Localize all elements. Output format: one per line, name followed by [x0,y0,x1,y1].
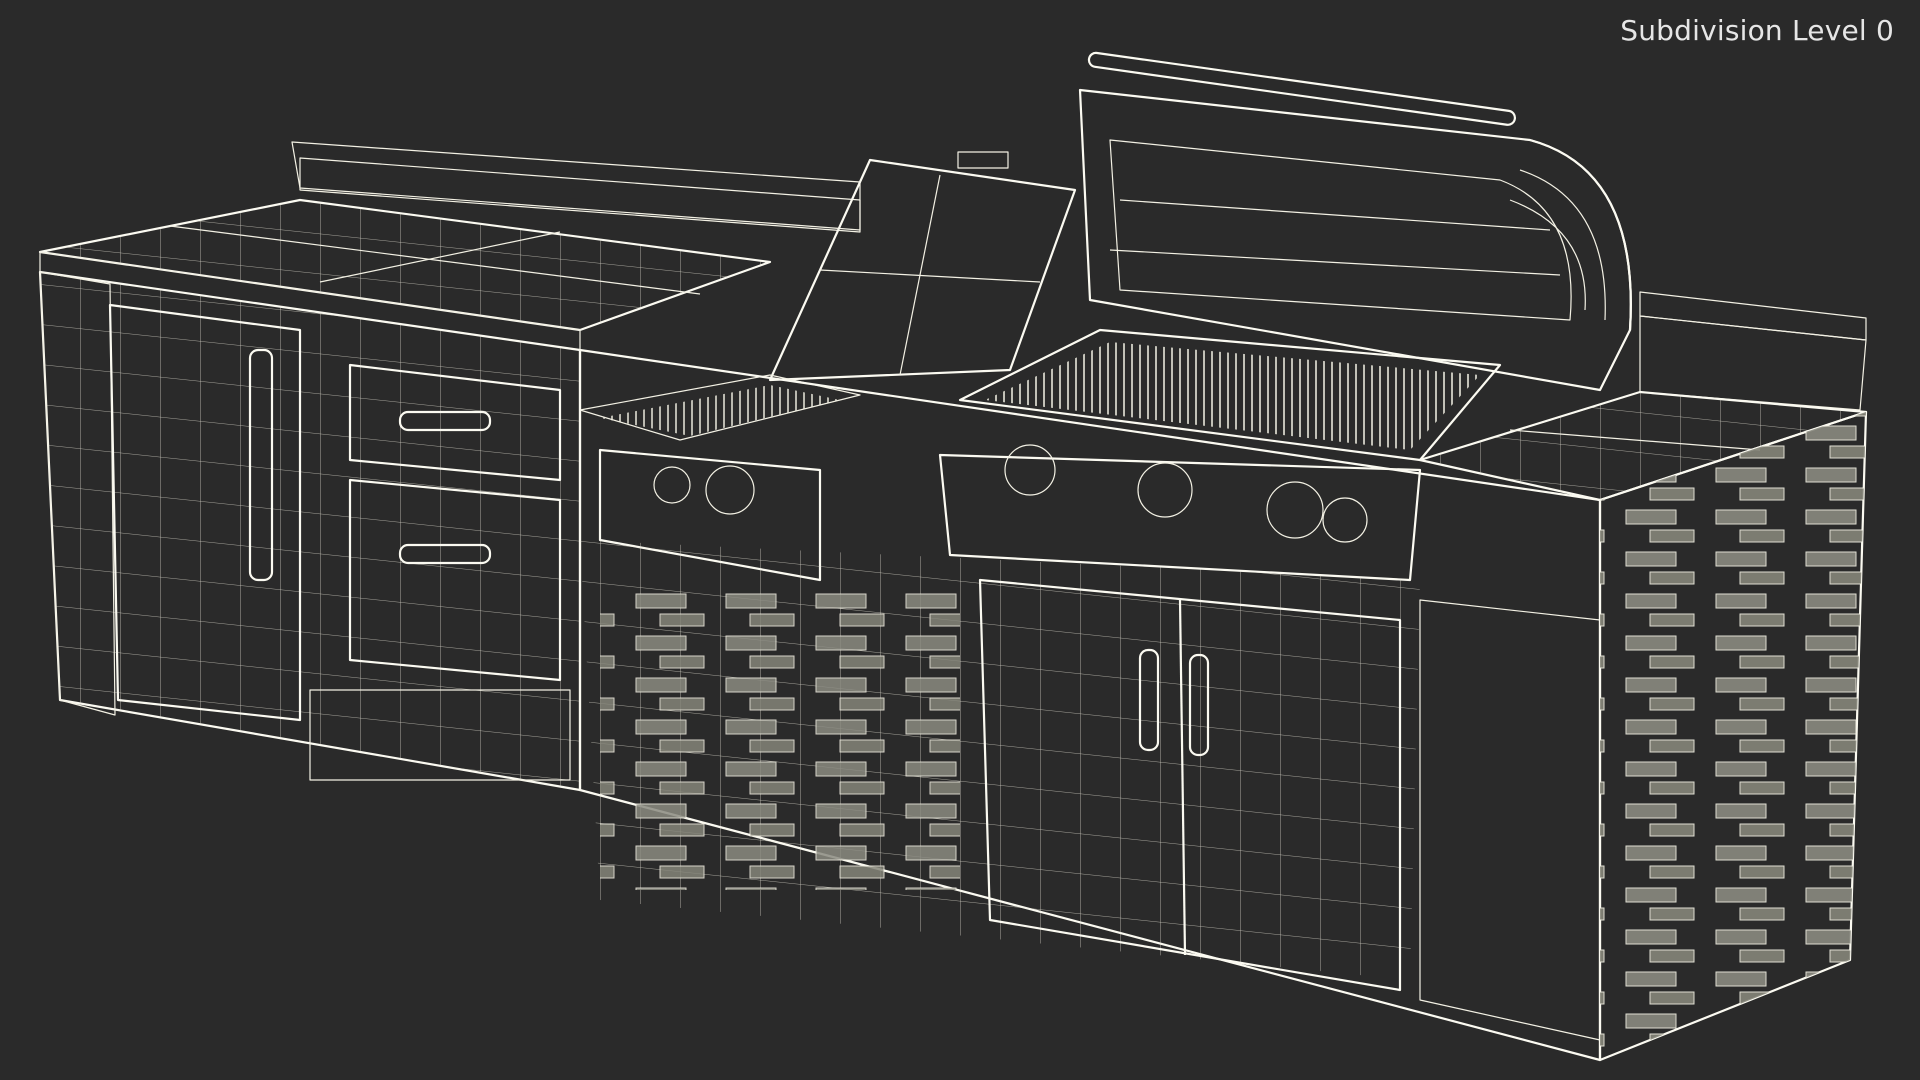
render-viewport: Subdivision Level 0 [0,0,1920,1080]
outdoor-kitchen-wireframe-model [38,51,1868,1062]
grill-hood [1078,51,1632,392]
grill-knob [1266,481,1324,539]
subdivision-level-label: Subdivision Level 0 [1620,14,1894,47]
grill-knob [1137,462,1193,518]
grill-knob [1322,497,1368,543]
grill-control-panel [938,444,1422,582]
side-burner-lid [768,151,1077,382]
grill-cooking-grate [958,328,1502,462]
grill-knob [1004,444,1056,496]
right-cabinet-end [1598,410,1868,1062]
burner-knob [705,465,755,515]
burner-knob [653,466,691,504]
left-cabinet [38,270,582,792]
